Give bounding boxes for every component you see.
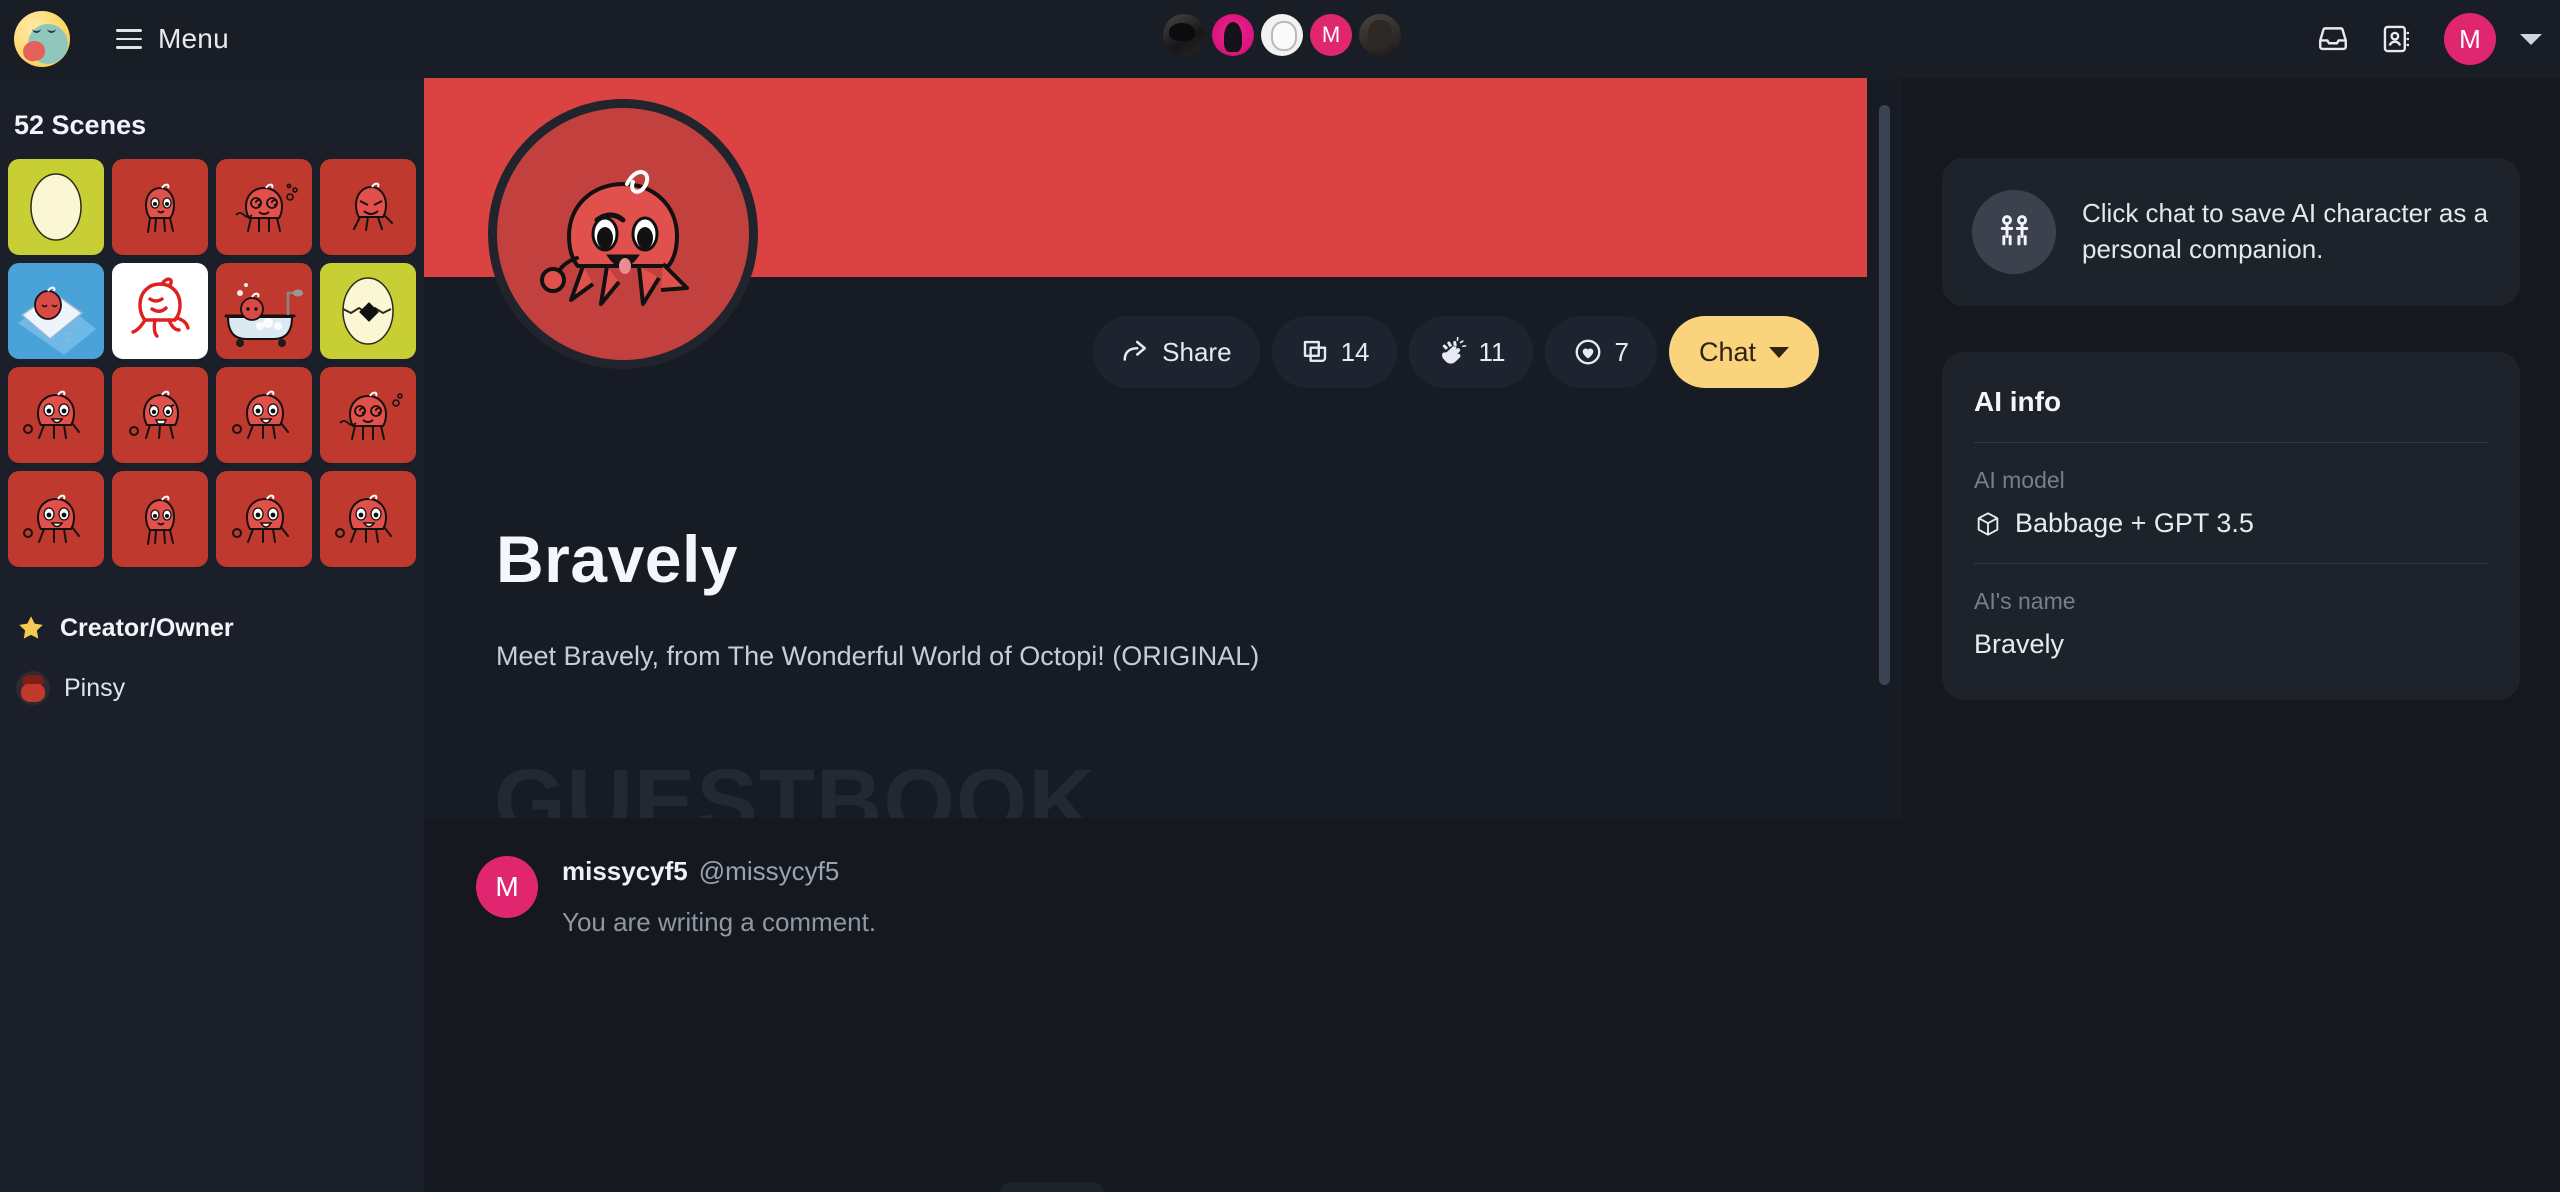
bravely-octopus-avatar[interactable] (488, 99, 758, 369)
scene-thumb-4[interactable] (320, 159, 416, 255)
share-arrow-icon (1123, 340, 1147, 361)
main-scrollbar[interactable] (1879, 105, 1890, 685)
creator-name: Pinsy (64, 673, 126, 702)
cube-icon (1977, 511, 1999, 536)
ai-model-value: Babbage + GPT 3.5 (2015, 508, 2254, 538)
menu-button[interactable]: Menu (112, 17, 233, 61)
hearts-count: 7 (1614, 336, 1629, 367)
ai-model-value-row: Babbage + GPT 3.5 (1974, 508, 2488, 539)
creator-owner-header: Creator/Owner (16, 613, 424, 643)
scene-thumb-1[interactable] (8, 159, 104, 255)
user-avatar[interactable]: M (2444, 13, 2496, 65)
companion-tip-card: Click chat to save AI character as a per… (1942, 158, 2520, 306)
hamburger-icon (116, 29, 142, 49)
creator-owner-label: Creator/Owner (60, 613, 234, 642)
commenter-avatar: M (476, 856, 538, 918)
cluster-avatar-3[interactable] (1261, 14, 1303, 56)
ai-info-card: AI info AI model Babbage + GPT 3.5 AI's … (1942, 352, 2520, 700)
cluster-avatar-5[interactable] (1359, 14, 1401, 56)
hearts-button[interactable]: 7 (1545, 316, 1657, 388)
creator-avatar (16, 671, 50, 705)
main-content: Share 14 11 7 Chat Bravely Meet Bravely,… (424, 78, 1902, 1192)
avatar-cluster: M (1163, 14, 1401, 56)
chat-label: Chat (1698, 336, 1756, 367)
cluster-avatar-1[interactable] (1163, 14, 1205, 56)
star-icon (19, 616, 43, 639)
two-people-icon (1972, 190, 2056, 274)
scene-thumb-16[interactable] (320, 471, 416, 567)
scene-thumb-7[interactable] (216, 263, 312, 359)
copies-count: 14 (1340, 336, 1370, 367)
guestbook-comment-area: M missycyf5 @missycyf5 You are writing a … (424, 818, 1902, 1192)
scene-thumb-15[interactable] (216, 471, 312, 567)
clapping-hand-icon (1442, 337, 1467, 364)
scene-thumb-13[interactable] (8, 471, 104, 567)
inbox-icon[interactable] (2316, 22, 2350, 56)
comment-composer: M missycyf5 @missycyf5 You are writing a … (424, 818, 1902, 938)
divider (1974, 563, 2488, 564)
scene-thumb-2[interactable] (112, 159, 208, 255)
right-panel: Click chat to save AI character as a per… (1902, 78, 2560, 1192)
share-button[interactable]: Share (1093, 316, 1260, 388)
ai-name-label: AI's name (1974, 588, 2076, 614)
scene-thumb-11[interactable] (216, 367, 312, 463)
duplicate-icon (1303, 340, 1326, 362)
cluster-avatar-4[interactable]: M (1310, 14, 1352, 56)
comment-input[interactable]: You are writing a comment. (562, 907, 876, 938)
claps-button[interactable]: 11 (1409, 316, 1534, 388)
cluster-avatar-2[interactable] (1212, 14, 1254, 56)
creator-row[interactable]: Pinsy (16, 671, 424, 705)
chat-button[interactable]: Chat (1668, 316, 1819, 388)
scene-thumb-6[interactable] (112, 263, 208, 359)
scene-thumb-5[interactable]: z (8, 263, 104, 359)
commenter-name: missycyf5 (562, 856, 688, 886)
ai-name-value: Bravely (1974, 629, 2065, 659)
scene-thumbnail-grid: z (8, 159, 424, 567)
top-right-actions: M (2316, 0, 2542, 78)
chevron-down-icon[interactable] (2520, 33, 2542, 45)
heart-circle-icon (1576, 339, 1601, 365)
scene-thumb-8[interactable] (320, 263, 416, 359)
commenter-handle: @missycyf5 (698, 856, 840, 886)
scene-thumb-12[interactable] (320, 367, 416, 463)
copies-button[interactable]: 14 (1271, 316, 1398, 388)
scene-thumb-10[interactable] (112, 367, 208, 463)
scene-thumb-14[interactable] (112, 471, 208, 567)
chevron-down-icon (1769, 346, 1789, 358)
top-bar: Menu M M (0, 0, 2560, 78)
character-description: Meet Bravely, from The Wonderful World o… (496, 641, 1260, 671)
action-bar: Share 14 11 7 Chat (1093, 316, 1819, 388)
claps-count: 11 (1478, 336, 1506, 367)
svg-text:z: z (64, 326, 73, 345)
ai-model-label: AI model (1974, 467, 2065, 493)
earth-hug-logo[interactable] (14, 11, 70, 67)
share-label: Share (1162, 336, 1232, 367)
divider (1974, 442, 2488, 443)
companion-tip-text: Click chat to save AI character as a per… (2082, 198, 2489, 264)
scenes-sidebar: 52 Scenes z Creator/Owner Pinsy (0, 78, 424, 1192)
page-title: Bravely (496, 522, 739, 596)
scene-thumb-3[interactable] (216, 159, 312, 255)
contacts-book-icon[interactable] (2380, 22, 2414, 56)
scene-thumb-9[interactable] (8, 367, 104, 463)
ai-info-title: AI info (1974, 386, 2062, 417)
menu-label: Menu (158, 23, 229, 54)
post-button[interactable]: Post (1000, 1182, 1105, 1192)
scenes-title: 52 Scenes (14, 110, 147, 140)
